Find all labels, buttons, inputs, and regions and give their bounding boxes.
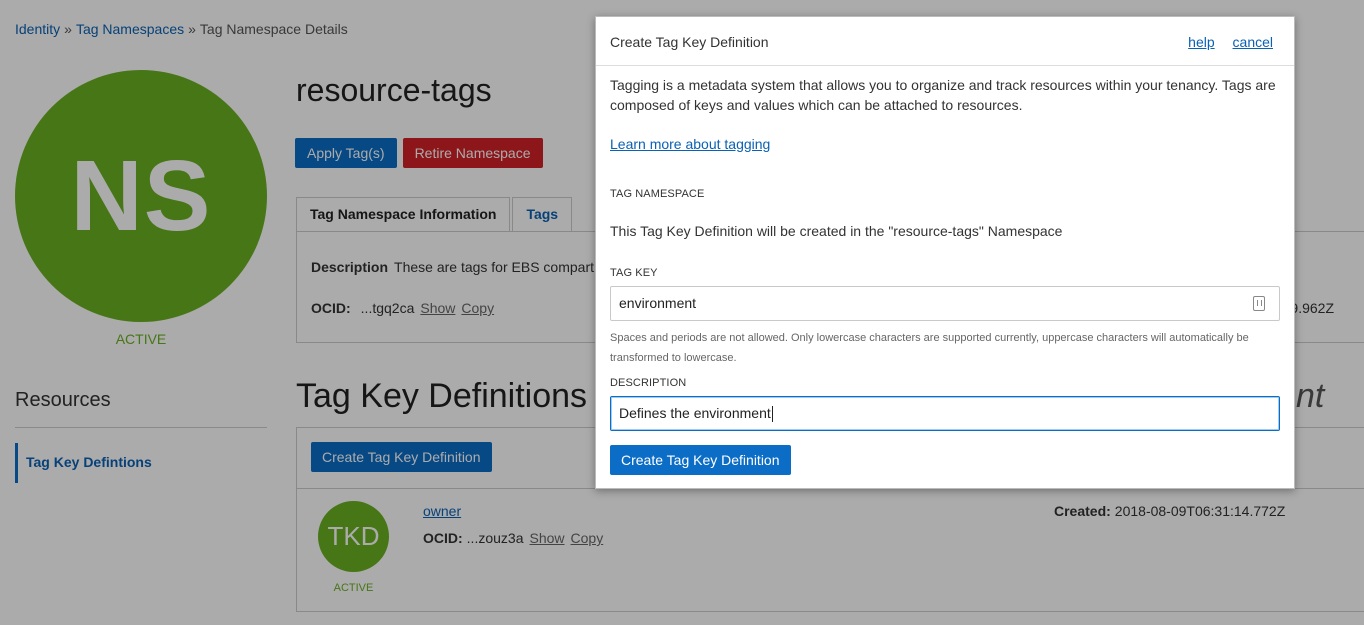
tag-namespace-text: This Tag Key Definition will be created …	[610, 223, 1063, 239]
description-input-value: Defines the environment	[619, 405, 771, 421]
description-field-label: DESCRIPTION	[610, 377, 687, 389]
tag-key-hint: Spaces and periods are not allowed. Only…	[610, 332, 1249, 364]
help-link[interactable]: help	[1188, 34, 1214, 50]
tag-key-label: TAG KEY	[610, 267, 658, 279]
tag-key-input-value: environment	[619, 295, 697, 311]
tag-key-input[interactable]: environment	[610, 286, 1280, 321]
dialog-title: Create Tag Key Definition	[610, 34, 769, 50]
dialog-header-links: help cancel	[1174, 34, 1273, 50]
cancel-link[interactable]: cancel	[1233, 34, 1273, 50]
create-tag-key-dialog: Create Tag Key Definition help cancel Ta…	[595, 16, 1295, 489]
contact-card-icon[interactable]	[1253, 296, 1265, 311]
text-caret	[771, 406, 773, 423]
tagging-intro-text: Tagging is a metadata system that allows…	[610, 77, 1276, 113]
dialog-header: Create Tag Key Definition help cancel	[596, 17, 1294, 66]
create-tag-key-definition-submit-button[interactable]: Create Tag Key Definition	[610, 445, 791, 475]
description-input[interactable]: Defines the environment	[610, 396, 1280, 431]
learn-more-link[interactable]: Learn more about tagging	[610, 136, 770, 152]
tag-namespace-label: TAG NAMESPACE	[610, 188, 705, 200]
